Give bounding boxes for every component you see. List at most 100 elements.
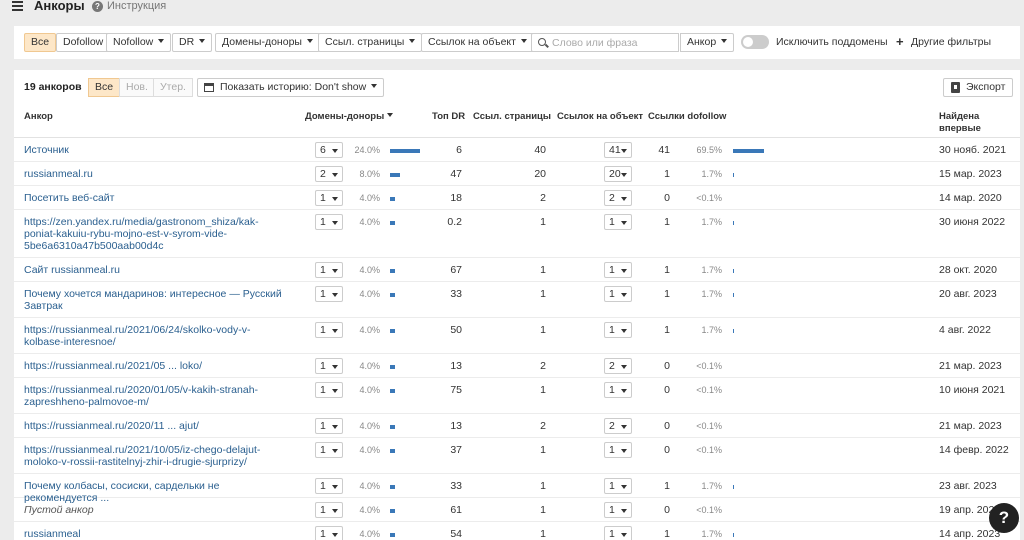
links-to-target-dropdown[interactable]: 1	[604, 286, 632, 302]
links-to-target-dropdown[interactable]: 41	[604, 142, 632, 158]
links-to-target-dropdown[interactable]: 1	[604, 502, 632, 518]
help-link[interactable]: Инструкция	[107, 0, 166, 12]
ref-domains-dropdown[interactable]: 1	[315, 262, 343, 278]
search-input[interactable]	[552, 35, 676, 50]
column-header-ref-domains[interactable]: Домены-доноры	[305, 111, 394, 123]
dofollow-percent: <0.1%	[696, 505, 722, 515]
links-to-target-value: 1	[609, 264, 615, 276]
menu-icon[interactable]	[12, 1, 23, 11]
links-to-target-dropdown[interactable]: 2	[604, 358, 632, 374]
filter-dr-dropdown[interactable]: DR	[172, 33, 213, 52]
segment-all[interactable]: Все	[88, 78, 121, 97]
ref-domains-dropdown[interactable]: 6	[315, 142, 343, 158]
anchor-text[interactable]: https://zen.yandex.ru/media/gastronom_sh…	[24, 216, 289, 252]
anchor-text[interactable]: https://russianmeal.ru/2021/06/24/skolko…	[24, 324, 289, 348]
ref-domains-dropdown[interactable]: 1	[315, 526, 343, 540]
history-dropdown[interactable]: Показать историю: Don't show	[197, 78, 385, 97]
dofollow-value: 41	[658, 144, 670, 156]
help-icon[interactable]: ?	[92, 1, 103, 12]
more-filters-button[interactable]: Другие фильтры	[911, 36, 991, 48]
column-header-dofollow[interactable]: Ссылки dofollow	[648, 111, 726, 123]
chevron-down-icon	[621, 425, 627, 429]
history-label: Показать историю: Don't show	[220, 81, 367, 93]
filter-ref-domains-label: Домены-доноры	[222, 36, 302, 48]
chevron-down-icon	[520, 39, 527, 43]
exclude-subdomains-toggle[interactable]	[741, 35, 769, 49]
ref-domains-dropdown[interactable]: 1	[315, 286, 343, 302]
ref-pages-value: 1	[540, 504, 546, 516]
ref-domains-dropdown[interactable]: 2	[315, 166, 343, 182]
links-to-target-dropdown[interactable]: 1	[604, 442, 632, 458]
table-row: Сайт russianmeal.ru 1 4.0% 67 1 1 1 1.7% 28 окт.…	[14, 258, 1020, 282]
dofollow-bar	[733, 533, 734, 537]
anchor-text[interactable]: Посетить веб-сайт	[24, 192, 289, 204]
ref-domains-percent: 4.0%	[359, 325, 380, 335]
anchor-text[interactable]: https://russianmeal.ru/2020/01/05/v-kaki…	[24, 384, 289, 408]
ref-domains-dropdown[interactable]: 1	[315, 322, 343, 338]
search-mode-dropdown[interactable]: Анкор	[680, 33, 735, 52]
filter-all-button[interactable]: Все	[24, 33, 57, 52]
dofollow-value: 0	[664, 384, 670, 396]
table-row: https://zen.yandex.ru/media/gastronom_sh…	[14, 210, 1020, 258]
chevron-down-icon	[332, 449, 338, 453]
ref-domains-dropdown[interactable]: 1	[315, 418, 343, 434]
links-to-target-value: 1	[609, 528, 615, 540]
chevron-down-icon	[621, 389, 627, 393]
dofollow-value: 0	[664, 504, 670, 516]
ref-domains-dropdown[interactable]: 1	[315, 358, 343, 374]
dofollow-percent: 1.7%	[701, 481, 722, 491]
anchor-text[interactable]: https://russianmeal.ru/2021/10/05/iz-che…	[24, 444, 289, 468]
anchor-text[interactable]: Сайт russianmeal.ru	[24, 264, 289, 276]
filter-dofollow-button[interactable]: Dofollow	[56, 33, 111, 52]
ref-domains-dropdown[interactable]: 1	[315, 214, 343, 230]
ref-domains-dropdown[interactable]: 1	[315, 382, 343, 398]
chevron-down-icon	[621, 533, 627, 537]
anchor-text[interactable]: Почему хочется мандаринов: интересное — …	[24, 288, 289, 312]
filter-links-to-target-dropdown[interactable]: Ссылок на объект	[421, 33, 534, 52]
anchor-text[interactable]: https://russianmeal.ru/2021/05 ... loko/	[24, 360, 289, 372]
ref-domains-dropdown[interactable]: 1	[315, 190, 343, 206]
chevron-down-icon	[721, 39, 728, 43]
anchor-text[interactable]: Источник	[24, 144, 289, 156]
column-header-anchor[interactable]: Анкор	[24, 111, 53, 123]
ref-domains-bar	[390, 365, 395, 369]
ref-pages-value: 2	[540, 360, 546, 372]
column-header-ref-pages[interactable]: Ссыл. страницы	[473, 111, 551, 123]
filter-ref-domains-dropdown[interactable]: Домены-доноры	[215, 33, 320, 52]
ref-domains-dropdown[interactable]: 1	[315, 442, 343, 458]
links-to-target-dropdown[interactable]: 2	[604, 418, 632, 434]
links-to-target-dropdown[interactable]: 20	[604, 166, 632, 182]
anchor-text[interactable]: russianmeal	[24, 528, 289, 540]
chevron-down-icon	[332, 173, 338, 177]
plus-icon[interactable]: +	[896, 35, 904, 48]
export-button[interactable]: Экспорт	[943, 78, 1014, 97]
filter-nofollow-dropdown[interactable]: Nofollow	[106, 33, 172, 52]
ref-domains-dropdown[interactable]: 1	[315, 478, 343, 494]
anchor-text[interactable]: russianmeal.ru	[24, 168, 289, 180]
segment-new[interactable]: Нов.	[119, 78, 155, 97]
segment-lost[interactable]: Утер.	[153, 78, 193, 97]
column-header-first-seen[interactable]: Найдена впервые	[939, 111, 1001, 135]
links-to-target-dropdown[interactable]: 1	[604, 478, 632, 494]
filter-ref-pages-dropdown[interactable]: Ссыл. страницы	[318, 33, 423, 52]
dr-value: 18	[450, 192, 462, 204]
links-to-target-dropdown[interactable]: 1	[604, 382, 632, 398]
chevron-down-icon	[332, 425, 338, 429]
links-to-target-value: 1	[609, 216, 615, 228]
dofollow-percent: <0.1%	[696, 385, 722, 395]
links-to-target-dropdown[interactable]: 1	[604, 262, 632, 278]
links-to-target-dropdown[interactable]: 2	[604, 190, 632, 206]
ref-domains-dropdown[interactable]: 1	[315, 502, 343, 518]
column-header-dr[interactable]: Топ DR	[432, 111, 465, 123]
anchor-text[interactable]: https://russianmeal.ru/2020/11 ... ajut/	[24, 420, 289, 432]
filter-ref-pages-label: Ссыл. страницы	[325, 36, 405, 48]
links-to-target-value: 20	[609, 168, 621, 180]
links-to-target-dropdown[interactable]: 1	[604, 214, 632, 230]
anchors-count: 19 анкоров	[24, 81, 82, 93]
links-to-target-dropdown[interactable]: 1	[604, 322, 632, 338]
column-header-links-to-target[interactable]: Ссылок на объект	[557, 111, 643, 123]
help-fab-button[interactable]: ?	[989, 503, 1019, 533]
ref-domains-bar	[390, 509, 395, 513]
links-to-target-dropdown[interactable]: 1	[604, 526, 632, 540]
dofollow-percent: <0.1%	[696, 445, 722, 455]
